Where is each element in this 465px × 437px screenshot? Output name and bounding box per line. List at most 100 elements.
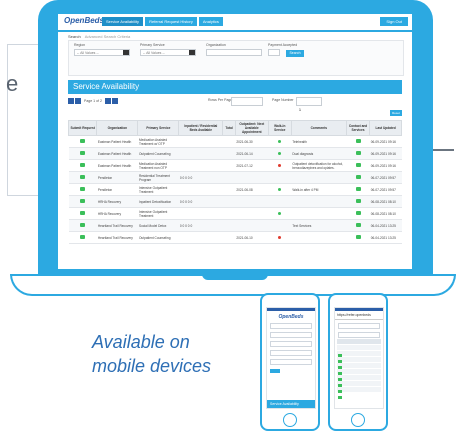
green-action-icon[interactable] bbox=[355, 235, 361, 239]
search-button[interactable]: Search bbox=[286, 50, 304, 57]
first-page-icon[interactable] bbox=[68, 98, 74, 104]
table-row: HRHA Recovery Intensive Outpatient Treatm… bbox=[68, 207, 402, 220]
total-cell bbox=[222, 135, 236, 148]
walk-in-cell bbox=[268, 207, 292, 220]
submit-request-button[interactable] bbox=[68, 219, 97, 232]
green-action-icon[interactable] bbox=[80, 223, 86, 227]
reset-button[interactable]: Reset bbox=[390, 110, 402, 116]
filter-panel bbox=[68, 40, 404, 76]
page-number-select[interactable]: 1 bbox=[296, 97, 322, 112]
green-action-icon[interactable] bbox=[80, 163, 86, 167]
contact-services-button[interactable] bbox=[346, 195, 370, 208]
green-action-icon[interactable] bbox=[355, 151, 361, 155]
total-cell bbox=[222, 219, 236, 232]
next-page-icon[interactable] bbox=[104, 98, 111, 104]
pager: Page 1 of 2 bbox=[68, 98, 118, 104]
submit-request-button[interactable] bbox=[68, 147, 97, 160]
submit-request-button[interactable] bbox=[68, 171, 97, 184]
payment-select[interactable] bbox=[268, 49, 280, 56]
beds-cell bbox=[178, 135, 223, 148]
submit-request-button[interactable] bbox=[68, 135, 97, 148]
tab-analytics[interactable]: Analytics bbox=[198, 17, 223, 26]
col-contact: Contact and Services bbox=[345, 120, 371, 136]
green-action-icon[interactable] bbox=[355, 199, 361, 203]
green-action-icon[interactable] bbox=[355, 223, 361, 227]
rows-per-page-select[interactable] bbox=[231, 97, 263, 106]
green-action-icon[interactable] bbox=[80, 235, 86, 239]
comments-cell: Dual diagnosis bbox=[291, 147, 347, 160]
tab-referral-history[interactable]: Referral Request History bbox=[145, 17, 197, 26]
laptop-base bbox=[10, 274, 456, 296]
col-submit[interactable]: Submit Request bbox=[67, 120, 98, 136]
organization-cell: Heartland Trail Recovery bbox=[96, 219, 138, 232]
green-action-icon[interactable] bbox=[355, 187, 361, 191]
chevron-down-icon bbox=[189, 50, 195, 55]
organization-label: Organization bbox=[206, 43, 226, 47]
top-nav: OpenBeds Service Availability Referral R… bbox=[58, 14, 412, 32]
green-action-icon[interactable] bbox=[80, 187, 86, 191]
tab-service-availability[interactable]: Service Availability bbox=[102, 17, 144, 26]
contact-services-button[interactable] bbox=[346, 135, 370, 148]
total-cell bbox=[222, 183, 236, 196]
submit-request-button[interactable] bbox=[68, 159, 97, 172]
availability-table: Submit Request Organization Primary Serv… bbox=[67, 120, 402, 244]
col-organization[interactable]: Organization bbox=[96, 120, 139, 136]
contact-services-button[interactable] bbox=[346, 147, 370, 160]
col-total: Total bbox=[222, 120, 236, 136]
contact-services-button[interactable] bbox=[346, 159, 370, 172]
total-cell bbox=[222, 147, 236, 160]
green-action-icon[interactable] bbox=[80, 151, 86, 155]
col-walk-in: Walk-In Service bbox=[267, 120, 292, 136]
region-select[interactable]: -- All Values -- bbox=[74, 49, 130, 56]
nav-tabs: Service Availability Referral Request Hi… bbox=[102, 17, 223, 26]
phone-search-button bbox=[270, 369, 280, 373]
green-action-icon[interactable] bbox=[80, 211, 86, 215]
background-card-text: e bbox=[6, 71, 19, 96]
green-action-icon[interactable] bbox=[355, 175, 361, 179]
phone-left: OpenBeds Service Availability bbox=[260, 293, 320, 431]
phone-left-screen: OpenBeds Service Availability bbox=[266, 307, 316, 409]
submit-request-button[interactable] bbox=[68, 195, 97, 208]
tab-search[interactable]: Search bbox=[68, 34, 81, 39]
next-available-cell: 2021-06-10 bbox=[235, 231, 269, 244]
phone-table-row bbox=[337, 345, 381, 350]
tab-advanced-search[interactable]: Advanced Search Criteria bbox=[85, 34, 131, 39]
walk-in-cell bbox=[268, 159, 292, 172]
app-logo[interactable]: OpenBeds bbox=[64, 16, 104, 25]
organization-cell: Heartland Trail Recovery bbox=[96, 231, 138, 244]
comments-cell bbox=[291, 207, 347, 220]
page-number-value: 1 bbox=[299, 108, 301, 112]
next-available-cell: 2021-06-14 bbox=[235, 147, 269, 160]
next-available-cell: 2021-06-30 bbox=[235, 135, 269, 148]
next-available-cell bbox=[235, 219, 269, 232]
prev-page-icon[interactable] bbox=[75, 98, 81, 104]
contact-services-button[interactable] bbox=[346, 207, 370, 220]
green-action-icon[interactable] bbox=[355, 211, 361, 215]
green-action-icon[interactable] bbox=[355, 139, 361, 143]
col-primary-service[interactable]: Primary Service bbox=[137, 120, 180, 136]
submit-request-button[interactable] bbox=[68, 231, 97, 244]
submit-request-button[interactable] bbox=[68, 207, 97, 220]
organization-cell: Pendleton bbox=[96, 171, 138, 184]
phone-url-bar: https://refer.openbeds bbox=[335, 311, 383, 320]
last-page-icon[interactable] bbox=[111, 98, 118, 104]
green-action-icon[interactable] bbox=[80, 199, 86, 203]
contact-services-button[interactable] bbox=[346, 171, 370, 184]
sign-out-button[interactable]: Sign Out bbox=[380, 17, 408, 26]
beds-cell bbox=[178, 231, 223, 244]
col-next-available[interactable]: Outpatient: Next Available Appointment bbox=[234, 120, 269, 136]
contact-services-button[interactable] bbox=[346, 231, 370, 244]
green-action-icon[interactable] bbox=[80, 175, 86, 179]
contact-services-button[interactable] bbox=[346, 183, 370, 196]
primary-service-select[interactable]: -- All Values -- bbox=[140, 49, 196, 56]
green-action-icon[interactable] bbox=[355, 163, 361, 167]
organization-cell: Eastman Patient Health bbox=[96, 159, 138, 172]
organization-input[interactable] bbox=[206, 49, 262, 56]
contact-services-button[interactable] bbox=[346, 219, 370, 232]
next-available-cell: 2021-07-12 bbox=[235, 159, 269, 172]
search-tabs: Search Advanced Search Criteria bbox=[68, 34, 130, 39]
green-action-icon[interactable] bbox=[80, 139, 86, 143]
submit-request-button[interactable] bbox=[68, 183, 97, 196]
beds-cell bbox=[178, 147, 223, 160]
col-last-updated[interactable]: Last Updated bbox=[369, 120, 402, 136]
